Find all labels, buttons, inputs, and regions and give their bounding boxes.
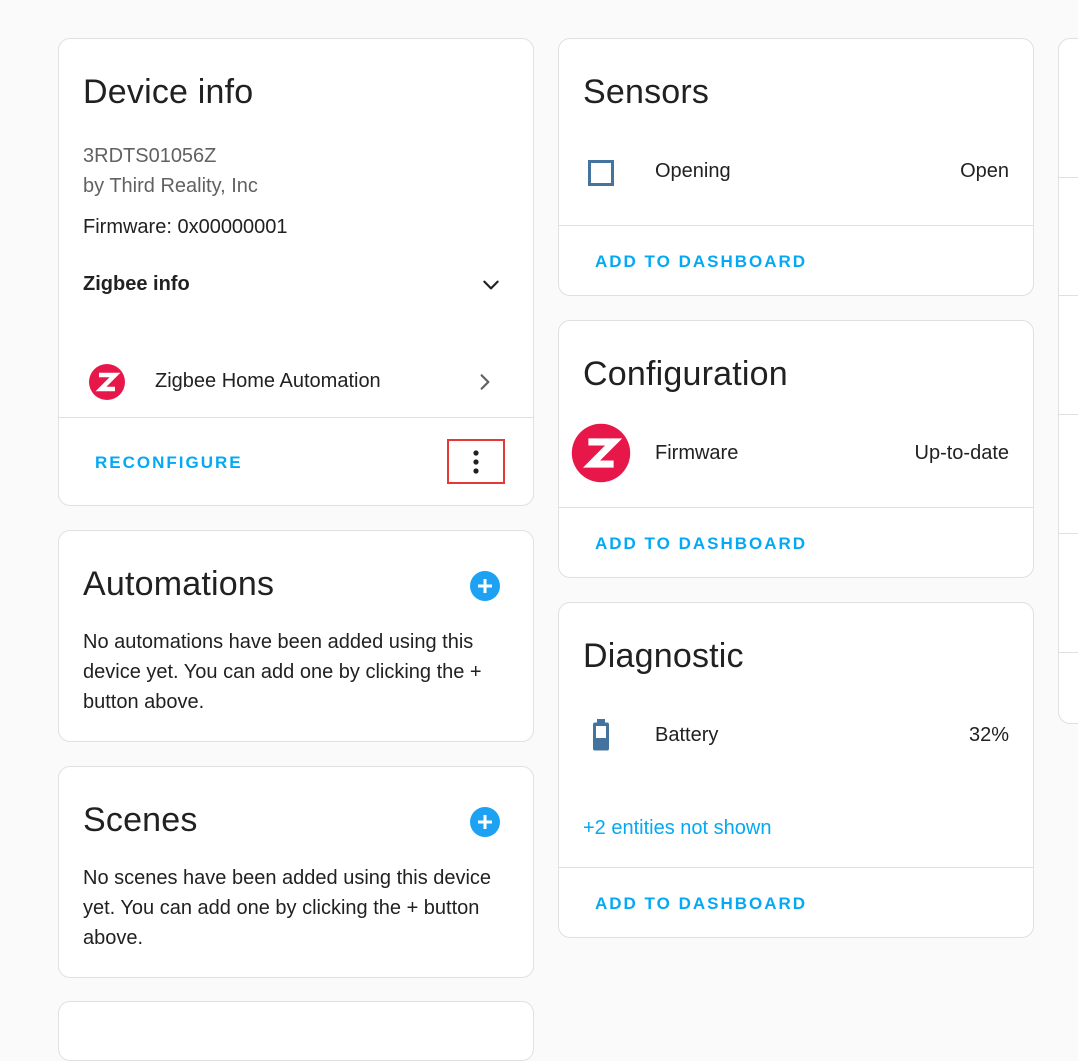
entity-state: Up-to-date bbox=[914, 442, 1010, 464]
configuration-card: Configuration Firmware Up-to-date ADD TO… bbox=[558, 320, 1034, 578]
scenes-title: Scenes bbox=[83, 801, 198, 839]
integration-name: Zigbee Home Automation bbox=[155, 370, 381, 392]
sensors-title: Sensors bbox=[583, 73, 710, 111]
device-model: 3RDTS01056Z bbox=[83, 145, 217, 167]
reconfigure-button[interactable]: RECONFIGURE bbox=[95, 453, 243, 473]
battery-icon bbox=[591, 719, 611, 751]
configuration-title: Configuration bbox=[583, 355, 788, 393]
zigbee-logo-icon bbox=[571, 423, 631, 483]
zigbee-logo-icon bbox=[88, 363, 126, 401]
scenes-empty-text: No scenes have been added using this dev… bbox=[83, 867, 492, 949]
entity-row-battery[interactable]: Battery 32% bbox=[559, 713, 1033, 757]
card-divider bbox=[1059, 652, 1078, 653]
card-divider bbox=[59, 417, 533, 418]
checkbox-blank-outline-icon bbox=[588, 160, 614, 186]
device-info-card: Device info 3RDTS01056Z by Third Reality… bbox=[58, 38, 534, 506]
automations-card: Automations No automations have been add… bbox=[58, 530, 534, 742]
next-card-partial bbox=[58, 1001, 534, 1061]
add-automation-button[interactable] bbox=[470, 571, 500, 601]
card-divider bbox=[1059, 295, 1078, 296]
sensors-add-to-dashboard-button[interactable]: ADD TO DASHBOARD bbox=[595, 252, 807, 272]
more-options-button[interactable] bbox=[447, 439, 505, 484]
diagnostic-title: Diagnostic bbox=[583, 637, 744, 675]
zigbee-info-expander[interactable]: Zigbee info bbox=[83, 267, 509, 303]
card-divider bbox=[559, 507, 1033, 508]
card-divider bbox=[1059, 177, 1078, 178]
scenes-card: Scenes No scenes have been added using t… bbox=[58, 766, 534, 978]
entity-label: Firmware bbox=[655, 442, 739, 464]
configuration-add-to-dashboard-button[interactable]: ADD TO DASHBOARD bbox=[595, 534, 807, 554]
entity-label: Opening bbox=[655, 160, 731, 182]
automations-title: Automations bbox=[83, 565, 275, 603]
add-scene-button[interactable] bbox=[470, 807, 500, 837]
automations-empty-text: No automations have been added using thi… bbox=[83, 631, 482, 713]
device-firmware: Firmware: 0x00000001 bbox=[83, 216, 288, 238]
diagnostic-add-to-dashboard-button[interactable]: ADD TO DASHBOARD bbox=[595, 894, 807, 914]
entity-label: Battery bbox=[655, 724, 719, 746]
device-manufacturer: by Third Reality, Inc bbox=[83, 175, 258, 197]
card-divider bbox=[1059, 533, 1078, 534]
zigbee-info-label: Zigbee info bbox=[83, 273, 190, 295]
card-divider bbox=[559, 867, 1033, 868]
more-vert-icon bbox=[469, 449, 483, 475]
entity-state: Open bbox=[960, 160, 1009, 182]
chevron-down-icon bbox=[481, 275, 501, 295]
sensors-card: Sensors Opening Open ADD TO DASHBOARD bbox=[558, 38, 1034, 296]
entity-row-opening[interactable]: Opening Open bbox=[559, 151, 1033, 195]
entity-row-firmware[interactable]: Firmware Up-to-date bbox=[559, 421, 1033, 485]
card-divider bbox=[1059, 414, 1078, 415]
right-partial-card bbox=[1058, 38, 1078, 724]
card-divider bbox=[559, 225, 1033, 226]
integration-row[interactable]: Zigbee Home Automation bbox=[59, 357, 533, 407]
hidden-entities-link[interactable]: +2 entities not shown bbox=[583, 817, 771, 840]
device-info-title: Device info bbox=[83, 73, 254, 111]
entity-state: 32% bbox=[968, 724, 1009, 746]
chevron-right-icon bbox=[475, 372, 495, 392]
diagnostic-card: Diagnostic Battery 32% +2 entities not s… bbox=[558, 602, 1034, 938]
